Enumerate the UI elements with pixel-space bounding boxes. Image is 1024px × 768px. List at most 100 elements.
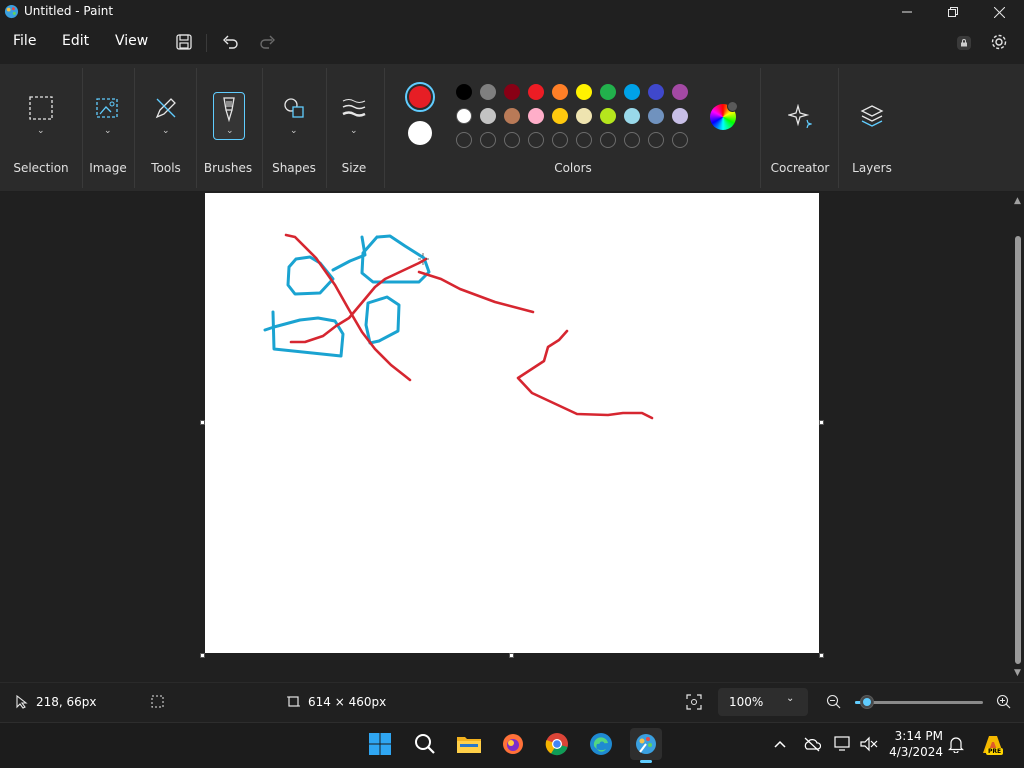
zoom-slider-track[interactable] bbox=[855, 695, 983, 709]
palette-color-swatch[interactable] bbox=[552, 84, 568, 100]
zoom-slider-thumb[interactable] bbox=[859, 695, 874, 709]
secondary-color-button[interactable] bbox=[408, 121, 432, 145]
primary-color-button[interactable] bbox=[405, 82, 435, 112]
file-explorer-button[interactable] bbox=[455, 730, 483, 758]
chevron-up-icon[interactable] bbox=[773, 738, 787, 750]
account-button[interactable] bbox=[957, 36, 971, 50]
folder-icon bbox=[457, 737, 481, 753]
palette-color-swatch[interactable] bbox=[648, 84, 664, 100]
palette-color-swatch[interactable] bbox=[504, 84, 520, 100]
palette-color-swatch[interactable] bbox=[576, 84, 592, 100]
chrome-button[interactable] bbox=[543, 730, 571, 758]
palette-color-swatch[interactable] bbox=[576, 108, 592, 124]
layers-group[interactable]: Layers bbox=[840, 64, 904, 192]
start-button[interactable] bbox=[366, 730, 394, 758]
menu-view[interactable]: View bbox=[115, 33, 148, 49]
close-button[interactable] bbox=[976, 0, 1022, 24]
palette-color-swatch[interactable] bbox=[648, 108, 664, 124]
zoom-out-icon[interactable] bbox=[826, 694, 842, 710]
resize-handle-bottom[interactable] bbox=[509, 653, 514, 658]
palette-color-swatch[interactable] bbox=[552, 108, 568, 124]
maximize-button[interactable] bbox=[930, 0, 976, 24]
minimize-button[interactable] bbox=[884, 0, 930, 24]
firefox-button[interactable] bbox=[499, 730, 527, 758]
settings-button[interactable] bbox=[990, 33, 1008, 55]
zoom-dropdown[interactable]: 100% ⌄ bbox=[718, 688, 808, 716]
selection-group[interactable]: ⌄ Selection bbox=[0, 64, 82, 192]
drawing-canvas[interactable] bbox=[205, 193, 819, 653]
image-group[interactable]: ⌄ Image bbox=[84, 64, 132, 192]
blue-stroke bbox=[286, 255, 335, 296]
menu-file[interactable]: File bbox=[13, 33, 36, 49]
shapes-label: Shapes bbox=[272, 161, 316, 175]
size-group[interactable]: ⌄ Size bbox=[330, 64, 378, 192]
notification-bell-icon[interactable] bbox=[948, 736, 964, 753]
undo-button[interactable] bbox=[221, 33, 239, 55]
onedrive-offline-icon[interactable] bbox=[803, 736, 821, 752]
palette-color-swatch[interactable] bbox=[672, 108, 688, 124]
redo-button[interactable] bbox=[259, 33, 277, 55]
custom-color-slot[interactable] bbox=[528, 132, 544, 148]
custom-color-slot[interactable] bbox=[576, 132, 592, 148]
pointer-icon bbox=[16, 695, 28, 709]
fit-to-window-icon[interactable] bbox=[686, 694, 702, 710]
minimize-icon bbox=[902, 11, 912, 13]
paint-icon bbox=[636, 734, 656, 754]
save-icon bbox=[176, 34, 192, 50]
chrome-icon bbox=[545, 733, 568, 756]
palette-color-swatch[interactable] bbox=[504, 108, 520, 124]
resize-handle-right[interactable] bbox=[819, 420, 824, 425]
palette-color-swatch[interactable] bbox=[672, 84, 688, 100]
custom-color-slot[interactable] bbox=[504, 132, 520, 148]
tools-group[interactable]: ⌄ Tools bbox=[142, 64, 190, 192]
resize-handle-bottom-right[interactable] bbox=[819, 653, 824, 658]
paint-taskbar-button[interactable] bbox=[630, 728, 662, 760]
blue-stroke bbox=[263, 310, 345, 358]
resize-handle-bottom-left[interactable] bbox=[200, 653, 205, 658]
network-icon[interactable] bbox=[834, 736, 852, 752]
chevron-down-icon: ⌄ bbox=[104, 126, 112, 136]
ribbon-divider bbox=[326, 68, 327, 188]
selection-rect-icon bbox=[29, 96, 53, 120]
chevron-down-icon: ⌄ bbox=[350, 126, 358, 136]
palette-color-swatch[interactable] bbox=[456, 108, 472, 124]
scroll-down-icon[interactable]: ▼ bbox=[1014, 668, 1021, 678]
resize-handle-left[interactable] bbox=[200, 420, 205, 425]
selection-size-icon bbox=[151, 695, 164, 708]
edge-button[interactable] bbox=[587, 730, 615, 758]
save-button[interactable] bbox=[176, 34, 192, 54]
custom-color-slot[interactable] bbox=[456, 132, 472, 148]
scroll-up-icon[interactable]: ▲ bbox=[1014, 196, 1021, 206]
ribbon-divider bbox=[760, 68, 761, 188]
colors-label: Colors bbox=[554, 161, 592, 175]
palette-color-swatch[interactable] bbox=[624, 84, 640, 100]
shapes-group[interactable]: ⌄ Shapes bbox=[266, 64, 322, 192]
copilot-button[interactable]: PRE bbox=[980, 733, 1006, 757]
palette-color-swatch[interactable] bbox=[624, 108, 640, 124]
palette-color-swatch[interactable] bbox=[528, 84, 544, 100]
custom-color-slot[interactable] bbox=[672, 132, 688, 148]
palette-color-swatch[interactable] bbox=[456, 84, 472, 100]
active-app-indicator bbox=[640, 760, 652, 763]
search-button[interactable] bbox=[411, 730, 439, 758]
volume-muted-icon[interactable] bbox=[860, 736, 878, 752]
menu-edit[interactable]: Edit bbox=[62, 33, 89, 49]
palette-color-swatch[interactable] bbox=[480, 84, 496, 100]
zoom-slider-thumb-dot bbox=[862, 698, 871, 706]
custom-color-slot[interactable] bbox=[552, 132, 568, 148]
palette-color-swatch[interactable] bbox=[600, 84, 616, 100]
custom-color-slot[interactable] bbox=[600, 132, 616, 148]
clock-date[interactable]: 4/3/2024 bbox=[889, 745, 943, 759]
clock-time[interactable]: 3:14 PM bbox=[893, 729, 943, 743]
brushes-group[interactable]: ⌄ Brushes bbox=[202, 64, 254, 192]
zoom-in-icon[interactable] bbox=[996, 694, 1012, 710]
palette-color-swatch[interactable] bbox=[600, 108, 616, 124]
palette-color-swatch[interactable] bbox=[480, 108, 496, 124]
vertical-scrollbar-thumb[interactable] bbox=[1015, 236, 1021, 664]
custom-color-slot[interactable] bbox=[648, 132, 664, 148]
shapes-icon bbox=[284, 98, 304, 118]
palette-color-swatch[interactable] bbox=[528, 108, 544, 124]
custom-color-slot[interactable] bbox=[624, 132, 640, 148]
cocreator-group[interactable]: Cocreator bbox=[764, 64, 836, 192]
custom-color-slot[interactable] bbox=[480, 132, 496, 148]
